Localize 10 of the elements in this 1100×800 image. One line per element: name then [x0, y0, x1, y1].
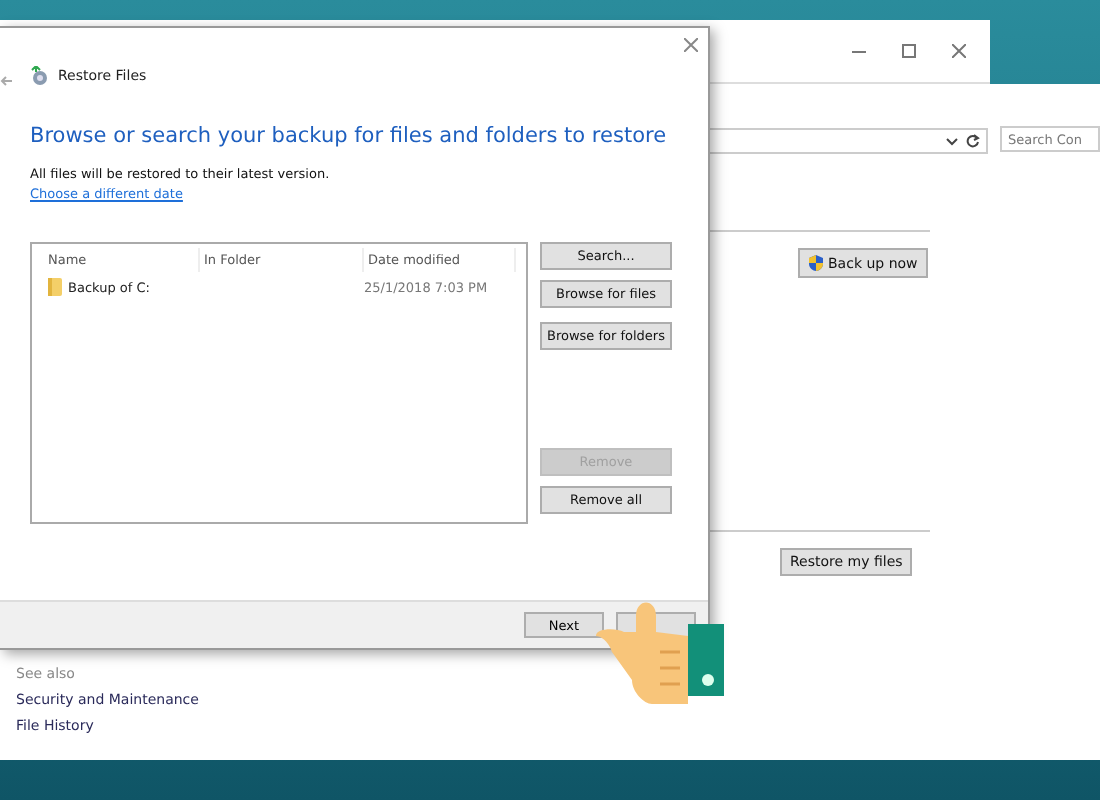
back-arrow-icon[interactable] [0, 76, 12, 86]
restore-icon [30, 66, 50, 86]
chevron-down-icon[interactable] [946, 137, 958, 145]
refresh-icon[interactable] [966, 134, 980, 148]
maximize-icon[interactable] [902, 44, 916, 58]
folder-icon [48, 278, 62, 296]
dialog-heading: Browse or search your backup for files and folders to restore [30, 124, 669, 148]
close-icon[interactable] [684, 38, 698, 52]
close-icon[interactable] [952, 44, 966, 58]
shield-icon [808, 254, 824, 272]
